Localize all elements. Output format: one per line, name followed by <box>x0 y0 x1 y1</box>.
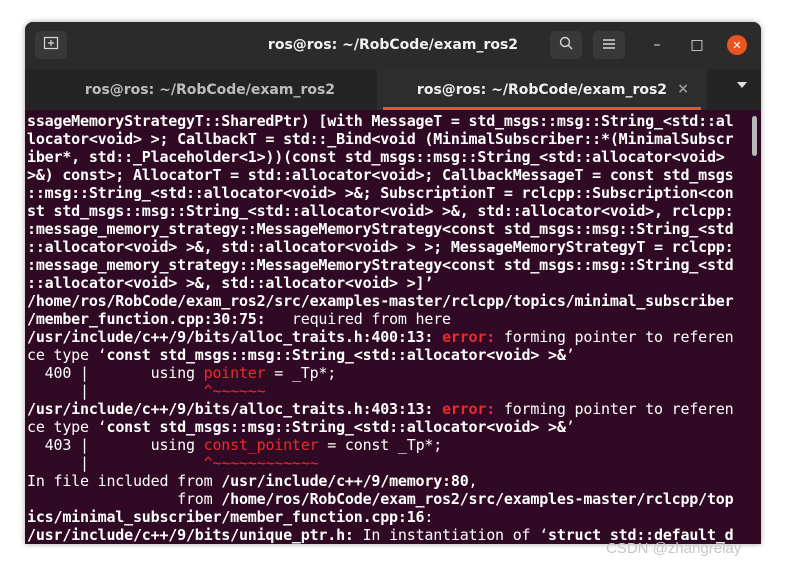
file-location: /usr/include/c++/9/memory:80 <box>221 472 469 490</box>
file-location: /usr/include/c++/9/bits/unique_ptr.h: <box>27 526 354 544</box>
tab-label: ros@ros: ~/RobCode/exam_ros2 <box>416 81 668 98</box>
error-label: error: <box>442 328 496 346</box>
output-line: 400 | using pointer = _Tp*; <box>27 364 337 382</box>
minimize-icon: – <box>653 37 661 53</box>
output-line: ssageMemoryStrategyT::SharedPtr) [with M… <box>27 112 734 130</box>
error-message: forming pointer to referen <box>495 400 734 418</box>
output-line: ics/minimal_subscriber/member_function.c… <box>27 508 433 526</box>
output-line: ce type ‘const std_msgs::msg::String_<st… <box>27 346 575 364</box>
file-path: /home/ros/RobCode/exam_ros2/src/examples… <box>27 292 734 310</box>
error-message: ce type ‘ <box>27 346 107 364</box>
type-name: const std_msgs::msg::String_<std::alloca… <box>106 346 566 364</box>
tab-label: ros@ros: ~/RobCode/exam_ros2 <box>84 81 336 98</box>
close-tab-icon[interactable]: × <box>677 81 689 97</box>
error-caret: ^~~~~~~ <box>203 382 266 400</box>
highlighted-token: pointer <box>203 364 266 382</box>
tab-terminal-1[interactable]: ros@ros: ~/RobCode/exam_ros2 <box>45 69 375 110</box>
type-name: const std_msgs::msg::String_<std::alloca… <box>106 418 566 436</box>
quote-mark: ’ <box>565 418 575 436</box>
note-text: In instantiation of ‘ <box>353 526 549 544</box>
close-icon: ✕ <box>732 38 742 52</box>
maximize-icon: □ <box>690 37 704 53</box>
note-text: required from here <box>265 310 451 328</box>
punctuation: : <box>424 508 434 526</box>
hamburger-menu-icon <box>602 36 616 55</box>
watermark: CSDN @zhangrelay <box>606 540 742 557</box>
output-line: >&) const>; AllocatorT = std::allocator<… <box>27 166 734 184</box>
output-line: from /home/ros/RobCode/exam_ros2/src/exa… <box>27 490 734 508</box>
terminal-window: ros@ros: ~/RobCode/exam_ros2 – □ ✕ ros@r… <box>25 22 761 544</box>
output-line: st std_msgs::msg::String_<std::allocator… <box>27 202 734 220</box>
tab-terminal-2[interactable]: ros@ros: ~/RobCode/exam_ros2 × <box>377 69 707 110</box>
output-line: :message_memory_strategy::MessageMemoryS… <box>27 256 734 274</box>
file-location: /member_function.cpp:30:75: <box>27 310 266 328</box>
tab-bar: ros@ros: ~/RobCode/exam_ros2 ros@ros: ~/… <box>25 69 761 110</box>
tab-list-dropdown-icon[interactable] <box>737 82 747 88</box>
file-location: /usr/include/c++/9/bits/alloc_traits.h:4… <box>27 400 434 418</box>
output-line: /usr/include/c++/9/bits/alloc_traits.h:4… <box>27 328 734 346</box>
output-line: ce type ‘const std_msgs::msg::String_<st… <box>27 418 575 436</box>
menu-button[interactable] <box>593 31 625 59</box>
scrollbar-thumb[interactable] <box>752 116 757 156</box>
source-line: 403 | using <box>27 436 204 454</box>
source-line-rest: = const _Tp*; <box>318 436 443 454</box>
search-button[interactable] <box>550 31 582 59</box>
output-line: :message_memory_strategy::MessageMemoryS… <box>27 220 734 238</box>
gutter: | <box>27 382 204 400</box>
output-line: 403 | using const_pointer = const _Tp*; <box>27 436 443 454</box>
maximize-button[interactable]: □ <box>687 35 707 55</box>
minimize-button[interactable]: – <box>647 35 667 55</box>
file-path: /home/ros/RobCode/exam_ros2/src/examples… <box>221 490 734 508</box>
include-text: In file included from <box>27 472 222 490</box>
output-line: iber*, std::_Placeholder<1>))(const std_… <box>27 148 734 166</box>
output-line: /member_function.cpp:30:75: required fro… <box>27 310 451 328</box>
file-location: ics/minimal_subscriber/member_function.c… <box>27 508 425 526</box>
file-location: /usr/include/c++/9/bits/alloc_traits.h:4… <box>27 328 434 346</box>
output-line: ::msg::String_<std::allocator<void> >&; … <box>27 184 734 202</box>
error-message: forming pointer to referen <box>495 328 734 346</box>
quote-mark: ’ <box>565 346 575 364</box>
output-line: ::allocator<void> >&, std::allocator<voi… <box>27 274 434 292</box>
output-line: ::allocator<void> >&, std::allocator<voi… <box>27 238 734 256</box>
output-line: /usr/include/c++/9/bits/alloc_traits.h:4… <box>27 400 734 418</box>
search-icon <box>558 35 574 55</box>
source-line-rest: = _Tp*; <box>265 364 337 382</box>
output-line: /home/ros/RobCode/exam_ros2/src/examples… <box>27 292 734 310</box>
close-window-button[interactable]: ✕ <box>727 35 747 55</box>
highlighted-token: const_pointer <box>203 436 319 454</box>
source-line: 400 | using <box>27 364 204 382</box>
error-caret: ^~~~~~~~~~~~~ <box>203 454 319 472</box>
include-text: from <box>27 490 222 508</box>
output-line: In file included from /usr/include/c++/9… <box>27 472 478 490</box>
output-line: | ^~~~~~~~~~~~~ <box>27 454 319 472</box>
error-message: ce type ‘ <box>27 418 107 436</box>
terminal-output[interactable]: ssageMemoryStrategyT::SharedPtr) [with M… <box>25 110 761 544</box>
punctuation: , <box>468 472 478 490</box>
output-line: | ^~~~~~~ <box>27 382 266 400</box>
gutter: | <box>27 454 204 472</box>
error-label: error: <box>442 400 496 418</box>
title-bar: ros@ros: ~/RobCode/exam_ros2 – □ ✕ <box>25 22 761 69</box>
output-line: locator<void> >; CallbackT = std::_Bind<… <box>27 130 734 148</box>
